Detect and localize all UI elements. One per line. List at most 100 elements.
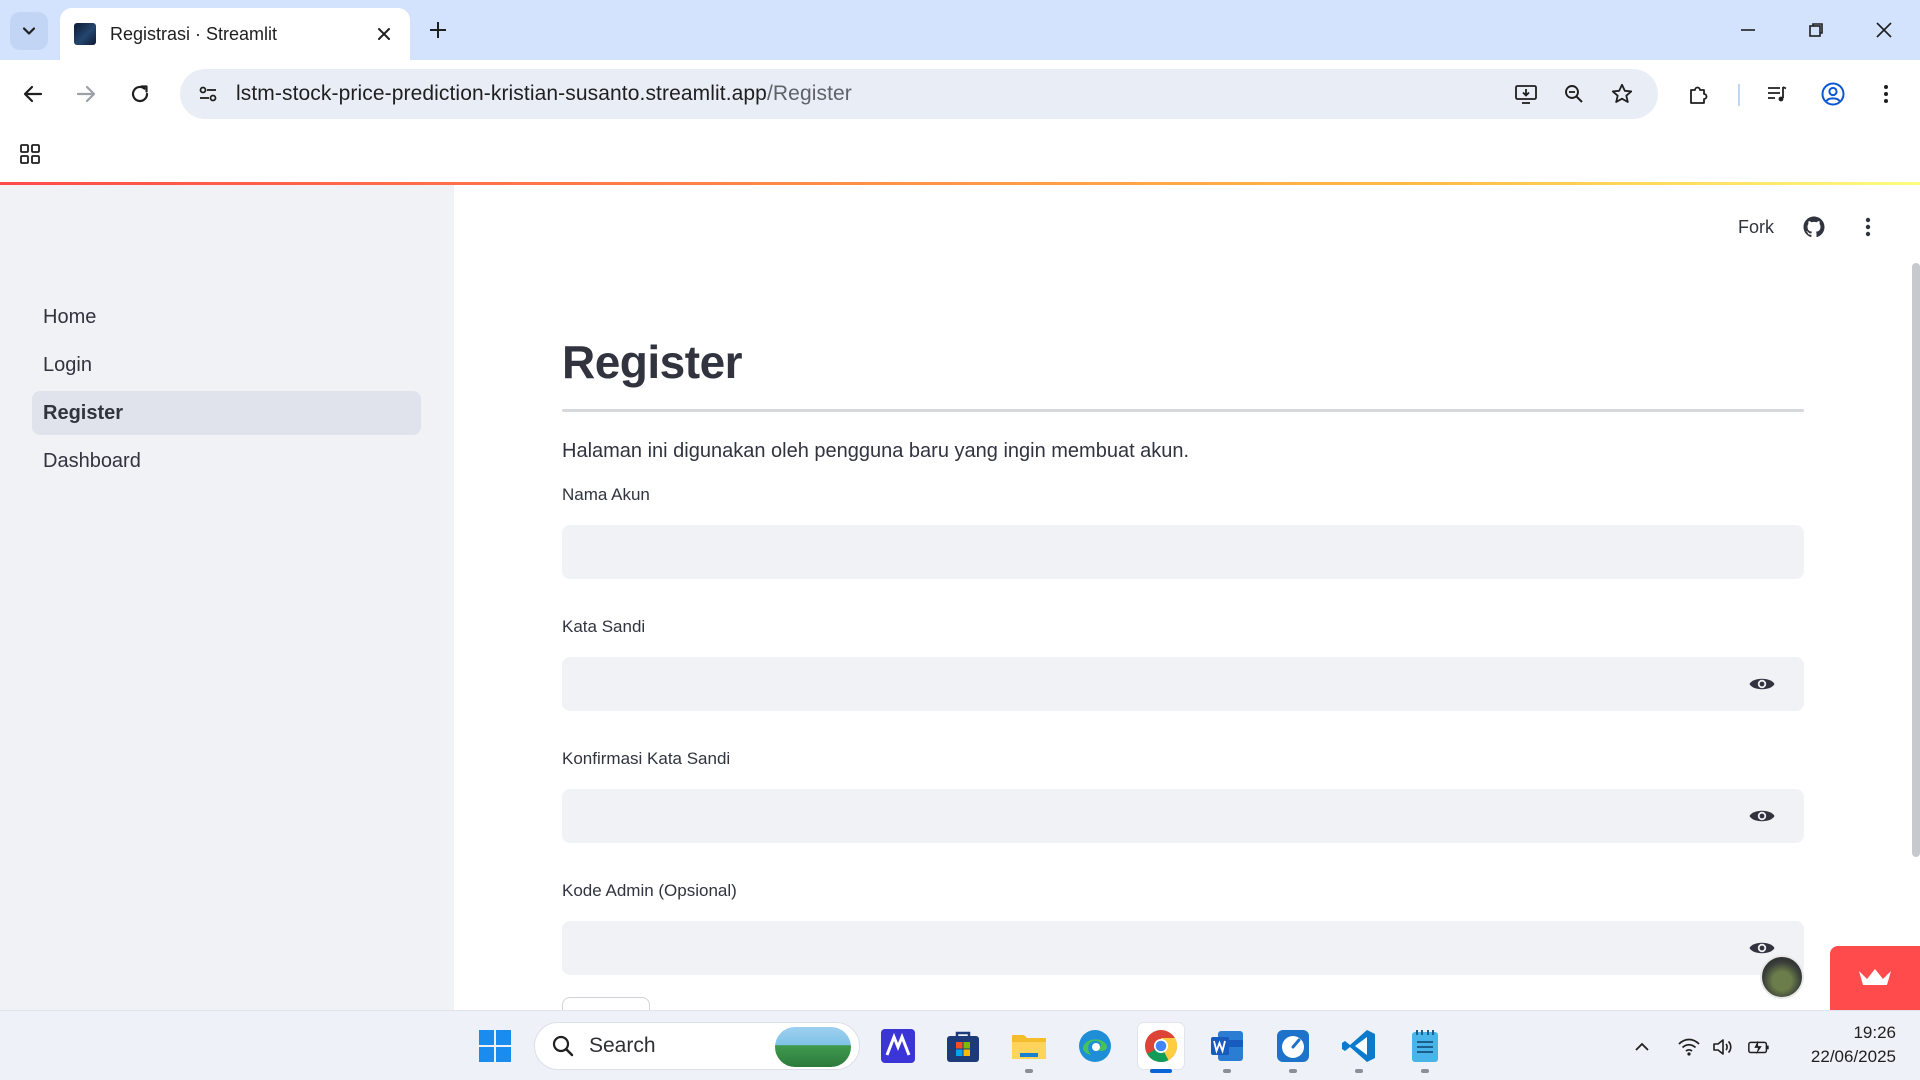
- chevron-up-icon: [1635, 1042, 1649, 1051]
- store-icon: [947, 1031, 979, 1062]
- queue-music-icon: [1768, 86, 1787, 102]
- wifi-status-button[interactable]: [1677, 1035, 1701, 1059]
- browser-tab-active[interactable]: Registrasi · Streamlit: [60, 8, 410, 60]
- arrow-right-icon: [76, 85, 96, 103]
- volume-button[interactable]: [1711, 1035, 1735, 1059]
- taskbar-app-store[interactable]: [940, 1023, 986, 1069]
- show-confirm-password-button[interactable]: [1748, 803, 1776, 829]
- show-password-button[interactable]: [1748, 671, 1776, 697]
- edge-icon: [1079, 1030, 1111, 1062]
- reload-button[interactable]: [122, 76, 158, 112]
- word-icon: [1211, 1031, 1243, 1061]
- sidebar-item-label: Dashboard: [43, 449, 141, 472]
- running-indicator: [1289, 1069, 1297, 1073]
- running-indicator: [1150, 1069, 1172, 1073]
- more-vert-icon: [1884, 85, 1888, 103]
- star-icon: [1611, 83, 1633, 103]
- username-input[interactable]: [562, 525, 1804, 579]
- new-tab-button[interactable]: [422, 14, 454, 46]
- taskbar-app-explorer[interactable]: [1006, 1023, 1052, 1073]
- page-title: Register: [562, 336, 743, 388]
- admin-code-field: Kode Admin (Opsional): [562, 881, 1804, 975]
- app-main: Fork Register Halaman ini digunakan oleh…: [454, 185, 1920, 1051]
- minimize-button[interactable]: [1732, 14, 1764, 46]
- url-text: lstm-stock-price-prediction-kristian-sus…: [236, 82, 852, 106]
- taskbar-search[interactable]: Search: [534, 1022, 860, 1070]
- github-button[interactable]: [1800, 213, 1828, 241]
- browser-toolbar: lstm-stock-price-prediction-kristian-sus…: [0, 60, 1920, 128]
- zoom-button[interactable]: [1556, 76, 1592, 112]
- start-button[interactable]: [472, 1023, 518, 1069]
- taskbar-app-monitor[interactable]: [1270, 1023, 1316, 1073]
- app-menu-button[interactable]: [1854, 213, 1882, 241]
- tab-search-button[interactable]: [10, 12, 48, 50]
- sidebar-item-login[interactable]: Login: [32, 343, 421, 387]
- close-window-button[interactable]: [1868, 14, 1900, 46]
- taskbar-app-notepad[interactable]: [1402, 1023, 1448, 1073]
- apps-grid-icon: [20, 144, 40, 164]
- fork-button[interactable]: Fork: [1738, 217, 1774, 238]
- eye-icon: [1749, 678, 1775, 690]
- chrome-menu-button[interactable]: [1868, 76, 1904, 112]
- taskbar-app-chrome[interactable]: [1138, 1023, 1184, 1073]
- battery-status-button[interactable]: [1747, 1035, 1771, 1059]
- running-indicator: [1421, 1069, 1429, 1073]
- page-scrollbar[interactable]: [1912, 263, 1920, 857]
- search-label: Search: [589, 1034, 656, 1057]
- apps-button[interactable]: [14, 138, 46, 170]
- clock-time: 19:26: [1853, 1023, 1896, 1042]
- streamlit-badge-button[interactable]: [1830, 946, 1920, 1010]
- profile-button[interactable]: [1815, 76, 1851, 112]
- running-indicator: [1025, 1069, 1033, 1073]
- vscode-icon: [1342, 1030, 1375, 1062]
- sidebar-item-dashboard[interactable]: Dashboard: [32, 439, 421, 483]
- password-field: Kata Sandi: [562, 617, 1804, 711]
- address-bar[interactable]: lstm-stock-price-prediction-kristian-sus…: [180, 69, 1658, 119]
- forward-button[interactable]: [68, 76, 104, 112]
- url-path: /Register: [766, 82, 852, 105]
- media-control-button[interactable]: [1759, 76, 1795, 112]
- clock-date: 22/06/2025: [1810, 1047, 1896, 1066]
- extensions-button[interactable]: [1681, 76, 1717, 112]
- sidebar-item-label: Home: [43, 305, 97, 328]
- taskbar-app-word[interactable]: [1204, 1023, 1250, 1073]
- url-host: lstm-stock-price-prediction-kristian-sus…: [236, 82, 767, 105]
- sidebar-item-register[interactable]: Register: [32, 391, 421, 435]
- password-input[interactable]: [562, 657, 1804, 711]
- site-info-button[interactable]: [190, 76, 226, 112]
- confirm-password-input[interactable]: [562, 789, 1804, 843]
- restore-button[interactable]: [1800, 14, 1832, 46]
- folder-icon: [1012, 1035, 1046, 1059]
- register-form: Register Halaman ini digunakan oleh peng…: [562, 335, 1804, 1051]
- ai-app-icon: [881, 1029, 915, 1063]
- search-icon: [552, 1035, 574, 1057]
- taskbar-app-edge[interactable]: [1072, 1023, 1118, 1069]
- field-label: Kode Admin (Opsional): [562, 881, 737, 900]
- taskbar-app-ai[interactable]: [875, 1023, 921, 1069]
- field-label: Konfirmasi Kata Sandi: [562, 749, 731, 768]
- viewer-avatar[interactable]: [1760, 955, 1804, 999]
- taskbar-clock[interactable]: 19:26 22/06/2025: [1811, 1021, 1896, 1069]
- app-sidebar: Home Login Register Dashboard: [0, 185, 454, 1010]
- minimize-icon: [1741, 29, 1755, 31]
- tune-icon: [199, 86, 217, 102]
- crown-icon: [1859, 969, 1891, 985]
- install-app-icon: [1515, 85, 1537, 104]
- close-icon: [378, 28, 390, 40]
- windows-logo-icon: [479, 1030, 511, 1062]
- arrow-left-icon: [23, 85, 43, 103]
- eye-icon: [1749, 810, 1775, 822]
- puzzle-icon: [1690, 86, 1708, 104]
- toolbar-separator: [1738, 84, 1740, 106]
- show-hidden-icons-button[interactable]: [1630, 1035, 1654, 1059]
- bookmark-button[interactable]: [1604, 76, 1640, 112]
- bookmarks-bar: [0, 128, 1920, 182]
- admin-code-input[interactable]: [562, 921, 1804, 975]
- install-app-button[interactable]: [1508, 76, 1544, 112]
- tab-close-button[interactable]: [372, 22, 396, 46]
- plus-icon: [430, 22, 446, 38]
- sidebar-nav: Home Login Register Dashboard: [32, 295, 421, 487]
- back-button[interactable]: [15, 76, 51, 112]
- sidebar-item-home[interactable]: Home: [32, 295, 421, 339]
- taskbar-app-vscode[interactable]: [1336, 1023, 1382, 1073]
